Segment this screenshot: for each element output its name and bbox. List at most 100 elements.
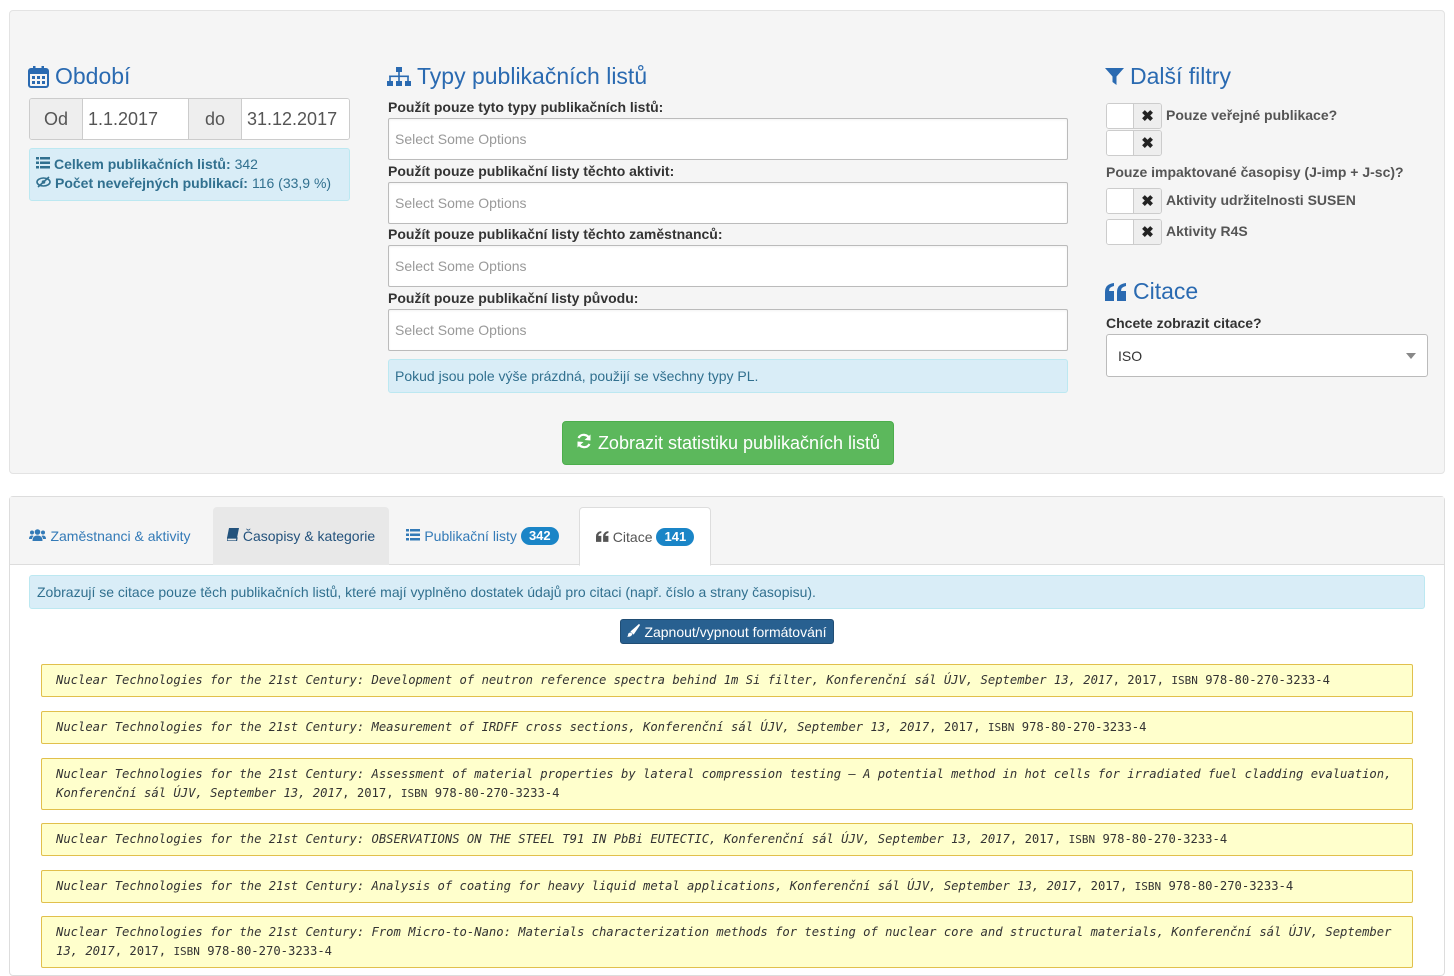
public-only-label: Pouze veřejné publikace? — [1166, 107, 1338, 123]
origin-field-label: Použít pouze publikační listy původu: — [388, 290, 639, 306]
tab-citations[interactable]: Citace 141 — [579, 507, 711, 566]
date-range-group: Od do — [29, 98, 350, 140]
list-icon — [36, 155, 50, 174]
quote-icon — [595, 529, 609, 545]
origin-multiselect[interactable]: Select Some Options — [388, 309, 1068, 351]
public-only-toggle[interactable]: ✖ — [1106, 103, 1162, 129]
citation-format-select[interactable]: ISO — [1106, 334, 1428, 377]
citations-info: Zobrazují se citace pouze těch publikačn… — [29, 575, 1425, 609]
filters-heading-text: Další filtry — [1130, 63, 1231, 89]
show-statistics-label: Zobrazit statistiku publikačních listů — [597, 432, 881, 453]
close-icon: ✖ — [1134, 189, 1161, 213]
activities-field-label: Použít pouze publikační listy těchto akt… — [388, 163, 675, 179]
total-value: 342 — [234, 156, 258, 172]
toggle-formatting-label: Zapnout/vypnout formátování — [644, 623, 827, 640]
date-to-input[interactable] — [241, 99, 349, 139]
susen-label: Aktivity udržitelnosti SUSEN — [1166, 192, 1356, 208]
types-heading-text: Typy publikačních listů — [417, 63, 648, 89]
citation-year: 2017 — [1090, 879, 1120, 893]
isbn-label: ISBN — [987, 721, 1015, 734]
impact-only-toggle[interactable]: ✖ — [1106, 130, 1162, 156]
citation-isbn: 978-80-270-3233-4 — [434, 786, 560, 800]
citation-item: Nuclear Technologies for the 21st Centur… — [41, 916, 1413, 968]
show-statistics-button[interactable]: Zobrazit statistiku publikačních listů — [562, 421, 894, 465]
eye-slash-icon — [36, 174, 51, 193]
tab-employees-activities[interactable]: Zaměstnanci & aktivity — [24, 507, 196, 565]
citation-isbn: 978-80-270-3233-4 — [1102, 832, 1228, 846]
citation-isbn: 978-80-270-3233-4 — [1205, 673, 1330, 687]
nonpublic-value: 116 (33,9 %) — [251, 175, 332, 191]
isbn-label: ISBN — [1068, 833, 1096, 846]
tab-journals-label: Časopisy & kategorie — [242, 528, 376, 544]
nonpublic-row: Počet neveřejných publikací: 116 (33,9 %… — [36, 174, 343, 193]
citation-format-value: ISO — [1118, 347, 1143, 364]
isbn-label: ISBN — [400, 787, 428, 800]
isbn-label: ISBN — [1171, 674, 1198, 687]
citations-heading: Citace — [1105, 278, 1198, 305]
filters-heading: Další filtry — [1105, 63, 1231, 90]
citation-isbn: 978-80-270-3233-4 — [1168, 879, 1294, 893]
r4s-toggle[interactable]: ✖ — [1106, 219, 1162, 245]
close-icon: ✖ — [1134, 131, 1161, 155]
citation-item: Nuclear Technologies for the 21st Centur… — [41, 870, 1413, 903]
close-icon: ✖ — [1134, 104, 1161, 128]
types-multiselect[interactable]: Select Some Options — [388, 118, 1068, 160]
date-from-input[interactable] — [82, 99, 189, 139]
book-icon — [226, 528, 239, 544]
users-icon — [29, 528, 47, 544]
citation-item: Nuclear Technologies for the 21st Centur… — [41, 823, 1413, 856]
empty-fields-hint: Pokud jsou pole výše prázdná, použijí se… — [388, 359, 1068, 393]
tab-employees-label: Zaměstnanci & aktivity — [50, 528, 191, 544]
employees-field-label: Použít pouze publikační listy těchto zam… — [388, 226, 723, 242]
citation-item: Nuclear Technologies for the 21st Centur… — [41, 711, 1413, 744]
citation-year: 2017 — [943, 720, 974, 734]
citation-text: Nuclear Technologies for the 21st Centur… — [56, 720, 930, 734]
citations-count-badge: 141 — [656, 527, 695, 546]
citation-isbn: 978-80-270-3233-4 — [1021, 720, 1147, 734]
results-panel: Zaměstnanci & aktivity Časopisy & katego… — [9, 496, 1445, 976]
period-heading-text: Období — [55, 63, 131, 89]
citation-text: Nuclear Technologies for the 21st Centur… — [56, 673, 1113, 687]
period-heading: Období — [28, 63, 130, 90]
citation-text: Nuclear Technologies for the 21st Centur… — [56, 879, 1076, 893]
nonpublic-label: Počet neveřejných publikací: — [55, 175, 248, 191]
tab-publications-label: Publikační listy — [424, 528, 517, 544]
list-icon — [406, 528, 421, 544]
types-field-label: Použít pouze tyto typy publikačních list… — [388, 99, 664, 115]
chevron-down-icon — [1406, 352, 1416, 359]
susen-toggle[interactable]: ✖ — [1106, 188, 1162, 214]
filter-panel: Období Od do Celkem publikačních listů: … — [9, 10, 1445, 474]
total-row: Celkem publikačních listů: 342 — [36, 155, 343, 174]
r4s-label: Aktivity R4S — [1166, 223, 1248, 239]
publications-count-badge: 342 — [520, 527, 559, 545]
citation-year: 2017 — [129, 944, 159, 958]
quote-icon — [1105, 282, 1127, 301]
tab-citations-label: Citace — [612, 528, 653, 545]
impact-only-label: Pouze impaktované časopisy (J-imp + J-sc… — [1106, 164, 1404, 180]
citation-item: Nuclear Technologies for the 21st Centur… — [41, 664, 1413, 697]
citation-year: 2017 — [1024, 832, 1054, 846]
employees-multiselect[interactable]: Select Some Options — [388, 245, 1068, 287]
close-icon: ✖ — [1134, 220, 1161, 244]
total-label: Celkem publikačních listů: — [54, 156, 231, 172]
citation-isbn: 978-80-270-3233-4 — [207, 944, 333, 958]
tab-journals-categories[interactable]: Časopisy & kategorie — [213, 507, 389, 565]
toggle-formatting-button[interactable]: Zapnout/vypnout formátování — [620, 619, 834, 644]
brush-icon — [627, 623, 641, 640]
citation-year: 2017 — [356, 786, 387, 800]
sitemap-icon — [387, 66, 411, 87]
from-label: Od — [30, 99, 82, 139]
types-heading: Typy publikačních listů — [387, 63, 647, 90]
tab-publication-sheets[interactable]: Publikační listy 342 — [396, 507, 569, 565]
citation-text: Nuclear Technologies for the 21st Centur… — [56, 767, 1392, 800]
citations-question: Chcete zobrazit citace? — [1106, 315, 1262, 331]
to-label: do — [189, 99, 241, 139]
activities-multiselect[interactable]: Select Some Options — [388, 182, 1068, 224]
filter-icon — [1105, 67, 1124, 86]
citation-text: Nuclear Technologies for the 21st Centur… — [56, 832, 1010, 846]
citation-year: 2017 — [1127, 673, 1157, 687]
refresh-icon — [576, 433, 592, 454]
isbn-label: ISBN — [173, 945, 200, 958]
calendar-icon — [28, 65, 49, 88]
citation-item: Nuclear Technologies for the 21st Centur… — [41, 758, 1413, 810]
